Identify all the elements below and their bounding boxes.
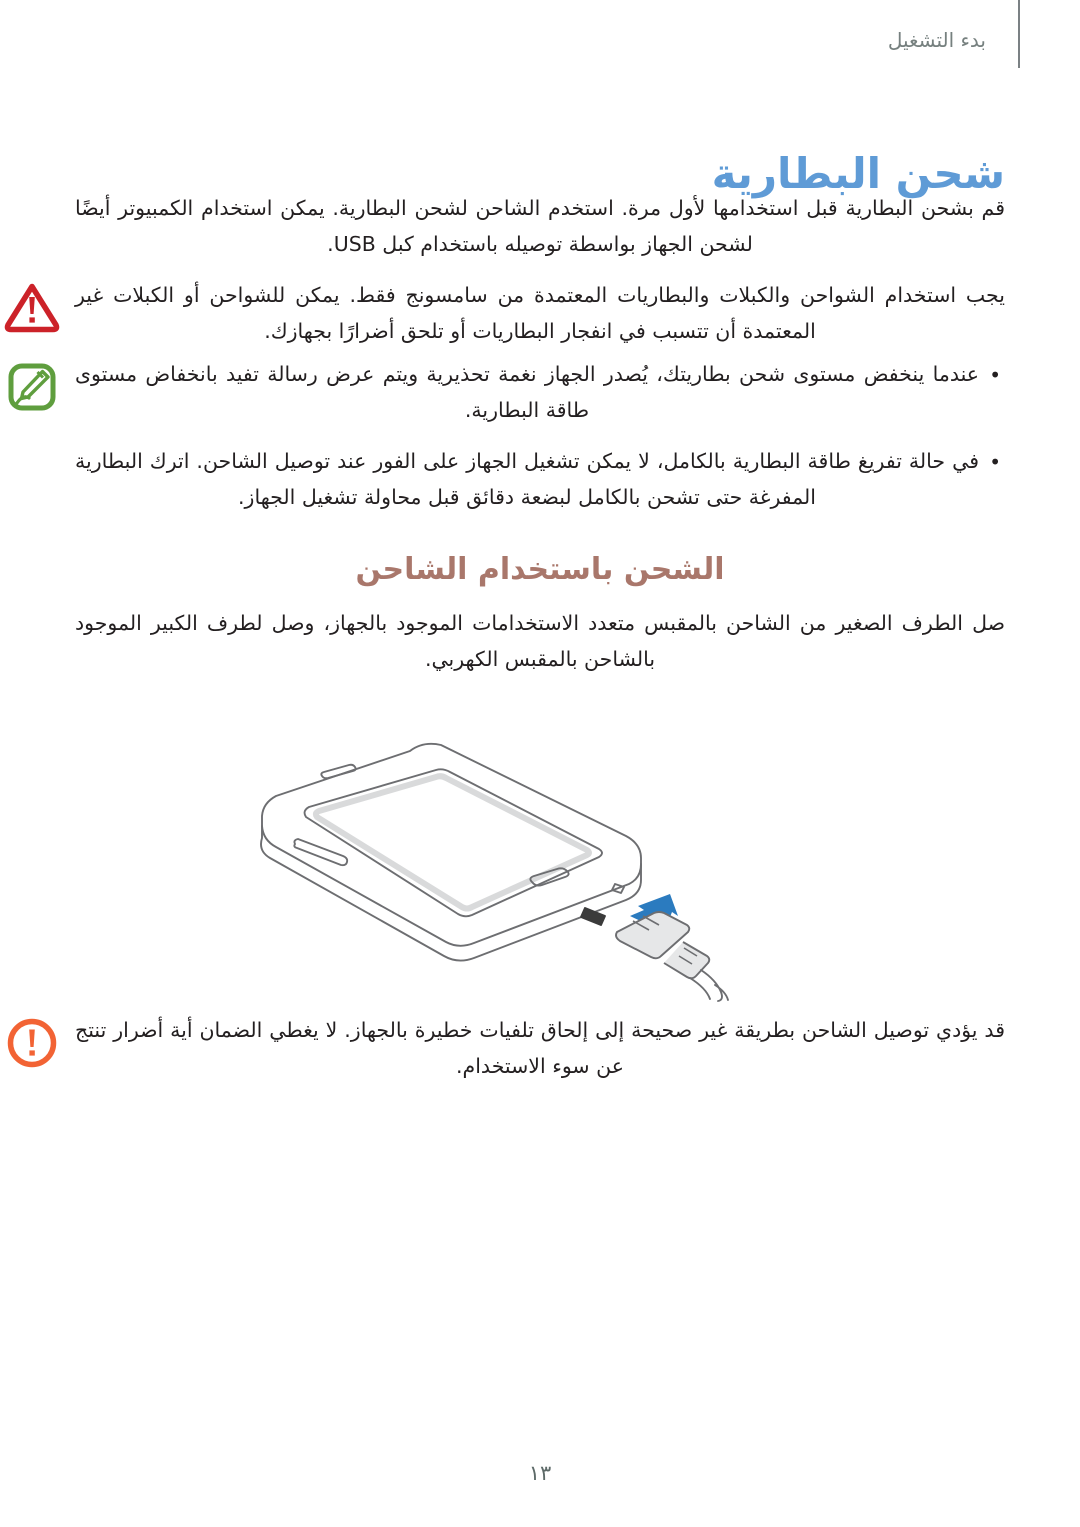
bullet-marker: • [989,449,1001,474]
section-paragraph: صل الطرف الصغير من الشاحن بالمقبس متعدد … [75,610,1005,672]
note-bullet-text: في حالة تفريغ طاقة البطارية بالكامل، لا … [75,448,979,510]
phone-usb-charging-illustration [75,704,1005,1004]
manual-page: بدء التشغيل شحن البطارية قم بشحن البطاري… [0,0,1080,1527]
warning-callout: يجب استخدام الشواحن والكبلات والبطاريات … [4,277,1005,350]
note-callout: • عندما ينخفض مستوى شحن بطاريتك، يُصدر ا… [8,356,1005,516]
header-divider-rule [1018,0,1020,68]
chapter-label: بدء التشغيل [887,28,986,52]
bullet-marker: • [989,362,1001,387]
intro-paragraph: قم بشحن البطارية قبل استخدامها لأول مرة.… [75,196,1005,257]
list-item: • في حالة تفريغ طاقة البطارية بالكامل، ل… [75,443,1005,516]
note-pencil-icon [3,358,61,416]
caution-circle-icon [3,1014,61,1072]
section-subtitle: الشحن باستخدام الشاحن [355,551,725,587]
warning-triangle-icon [3,279,61,337]
page-number: ١٣ [528,1461,552,1485]
caution-callout: قد يؤدي توصيل الشاحن بطريقة غير صحيحة إل… [7,1012,1005,1085]
note-bullet-list: • عندما ينخفض مستوى شحن بطاريتك، يُصدر ا… [75,356,1005,516]
caution-text: قد يؤدي توصيل الشاحن بطريقة غير صحيحة إل… [75,1017,1005,1079]
page-content: قم بشحن البطارية قبل استخدامها لأول مرة.… [4,190,1005,1091]
list-item: • عندما ينخفض مستوى شحن بطاريتك، يُصدر ا… [75,356,1005,429]
note-bullet-text: عندما ينخفض مستوى شحن بطاريتك، يُصدر الج… [75,361,979,423]
running-header: بدء التشغيل [887,0,1020,74]
warning-text: يجب استخدام الشواحن والكبلات والبطاريات … [75,282,1005,344]
